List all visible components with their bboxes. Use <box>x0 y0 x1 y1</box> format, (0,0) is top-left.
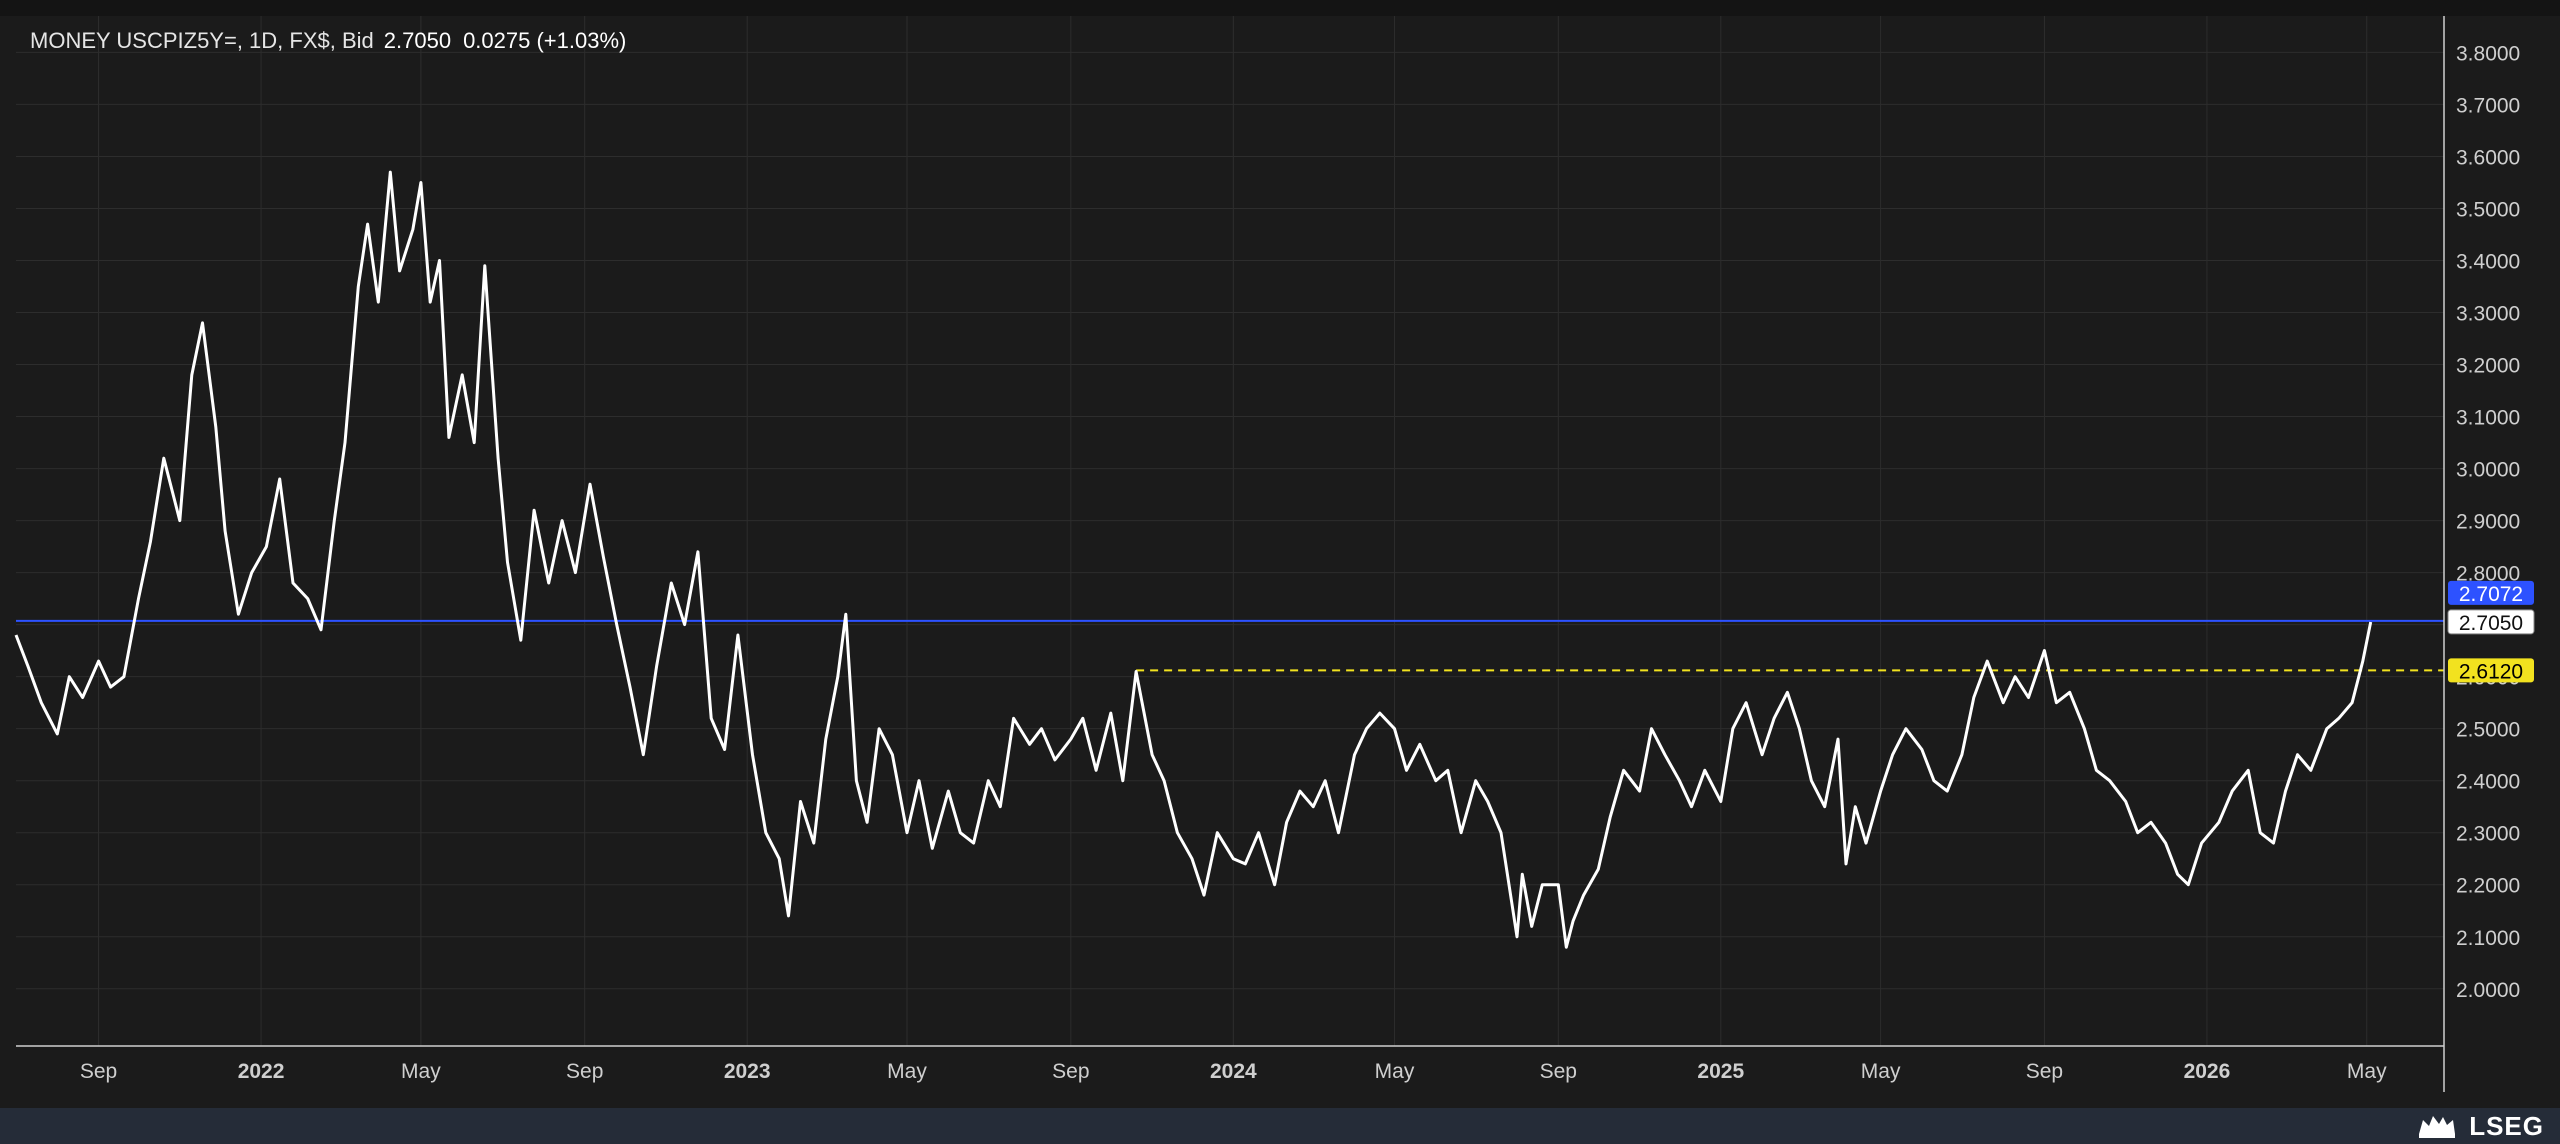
x-tick-label: 2024 <box>1210 1060 1257 1083</box>
y-tick-label: 2.2000 <box>2456 875 2520 898</box>
y-tick-label: 3.7000 <box>2456 94 2520 117</box>
y-tick-label: 3.6000 <box>2456 146 2520 169</box>
brand-logo: LSEG <box>2413 1108 2544 1144</box>
x-axis-ticks: Sep 2022 May Sep 2023 May Sep 2024 May Sep 2025 May… <box>80 1060 2387 1083</box>
price-tags: 2.7072 2.7050 2.6120 <box>2447 580 2535 683</box>
x-tick-label: May <box>2347 1060 2387 1083</box>
y-tick-label: 3.5000 <box>2456 198 2520 221</box>
x-tick-label: May <box>887 1060 927 1083</box>
x-tick-label: Sep <box>80 1060 117 1083</box>
chart-frame: 2.00002.10002.20002.30002.40002.50002.60… <box>0 0 2560 1144</box>
x-tick-label: Sep <box>2026 1060 2063 1083</box>
x-tick-label: Sep <box>1540 1060 1577 1083</box>
x-tick-label: Sep <box>566 1060 603 1083</box>
y-tick-label: 3.1000 <box>2456 407 2520 430</box>
y-tick-label: 3.8000 <box>2456 42 2520 65</box>
x-tick-label: May <box>1861 1060 1901 1083</box>
x-tick-label: 2023 <box>724 1060 771 1083</box>
instrument-header: MONEY USCPIZ5Y=, 1D, FX$, Bid 2.7050 0.027… <box>30 28 626 54</box>
instrument-change: 0.0275 (+1.03%) <box>463 28 627 53</box>
instrument-value: 2.7050 <box>383 28 452 53</box>
x-tick-label: Sep <box>1052 1060 1089 1083</box>
brand-name: LSEG <box>2469 1110 2544 1141</box>
y-tick-label: 2.3000 <box>2456 823 2520 846</box>
price-tag-ref-yellow: 2.6120 <box>2459 660 2523 683</box>
y-tick-label: 2.1000 <box>2456 927 2520 950</box>
y-tick-label: 2.5000 <box>2456 719 2520 742</box>
lion-crest-icon <box>2419 1116 2456 1138</box>
price-tag-last: 2.7050 <box>2459 612 2523 635</box>
footer-bar <box>0 1108 2560 1144</box>
y-tick-label: 3.4000 <box>2456 250 2520 273</box>
price-tag-ref-blue: 2.7072 <box>2459 583 2523 606</box>
x-tick-label: 2025 <box>1697 1060 1744 1083</box>
y-tick-label: 2.9000 <box>2456 511 2520 534</box>
y-tick-label: 2.4000 <box>2456 771 2520 794</box>
instrument-label: MONEY USCPIZ5Y=, 1D, FX$, Bid <box>30 28 374 53</box>
y-tick-label: 3.2000 <box>2456 355 2520 378</box>
x-tick-label: May <box>1375 1060 1415 1083</box>
x-tick-label: May <box>401 1060 441 1083</box>
y-tick-label: 3.3000 <box>2456 303 2520 326</box>
x-tick-label: 2022 <box>238 1060 285 1083</box>
y-tick-label: 2.0000 <box>2456 979 2520 1002</box>
x-tick-label: 2026 <box>2184 1060 2231 1083</box>
y-tick-label: 3.0000 <box>2456 459 2520 482</box>
